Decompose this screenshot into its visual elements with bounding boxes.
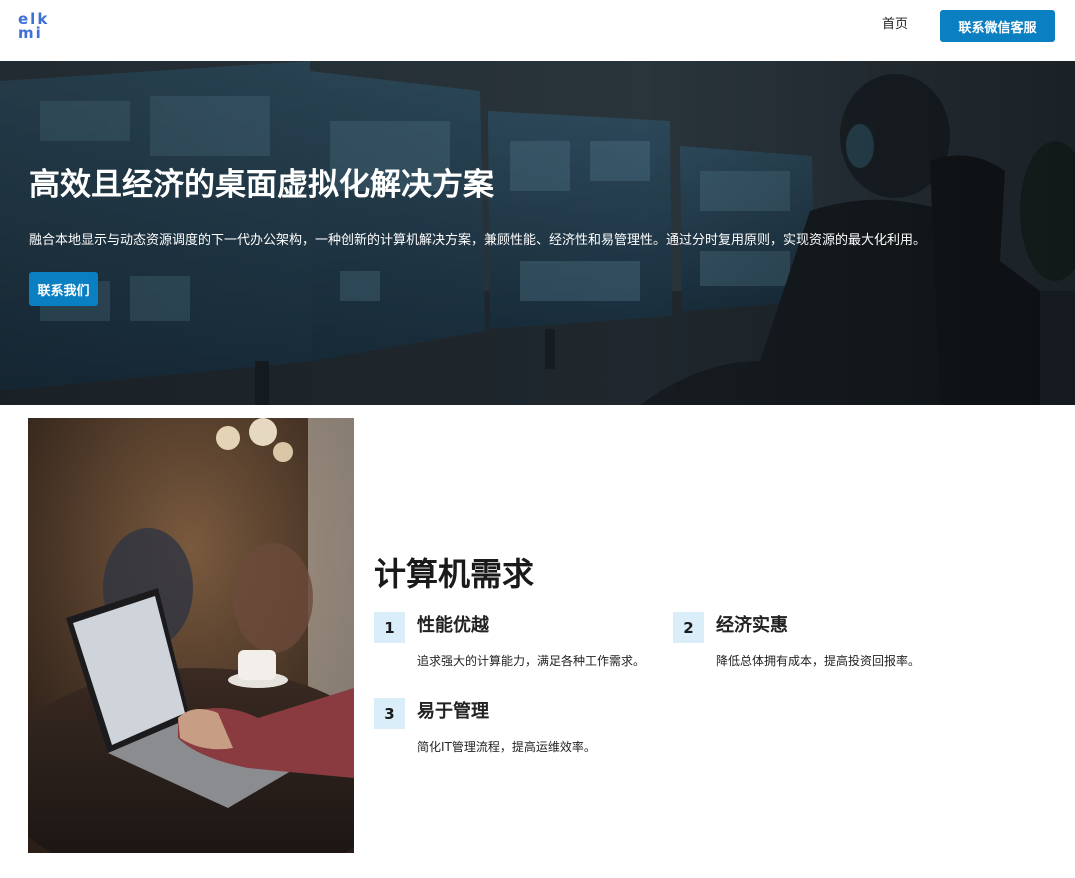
- contact-wechat-button[interactable]: 联系微信客服: [940, 10, 1055, 42]
- hero-title: 高效且经济的桌面虚拟化解决方案: [29, 167, 494, 203]
- laptop-cafe-image: [28, 418, 354, 853]
- feature-description: 追求强大的计算能力，满足各种工作需求。: [417, 654, 646, 668]
- logo[interactable]: elk mi: [18, 12, 48, 42]
- feature-description: 降低总体拥有成本，提高投资回报率。: [716, 654, 921, 668]
- feature-title: 经济实惠: [716, 615, 788, 636]
- section-title: 计算机需求: [374, 555, 535, 593]
- feature-number-badge: 3: [374, 698, 405, 729]
- feature-number-badge: 2: [673, 612, 704, 643]
- feature-title: 易于管理: [417, 701, 489, 722]
- feature-number-badge: 1: [374, 612, 405, 643]
- contact-us-button[interactable]: 联系我们: [29, 272, 98, 306]
- hero-description: 融合本地显示与动态资源调度的下一代办公架构，一种创新的计算机解决方案，兼顾性能、…: [29, 233, 927, 248]
- nav-home-link[interactable]: 首页: [882, 16, 908, 34]
- feature-description: 简化IT管理流程，提高运维效率。: [417, 740, 596, 754]
- hero-banner: 高效且经济的桌面虚拟化解决方案 融合本地显示与动态资源调度的下一代办公架构，一种…: [0, 61, 1075, 405]
- site-header: elk mi 首页 联系微信客服: [0, 0, 1075, 61]
- logo-line-2: mi: [18, 24, 43, 42]
- laptop-cafe-photo: [28, 418, 354, 853]
- feature-title: 性能优越: [417, 615, 489, 636]
